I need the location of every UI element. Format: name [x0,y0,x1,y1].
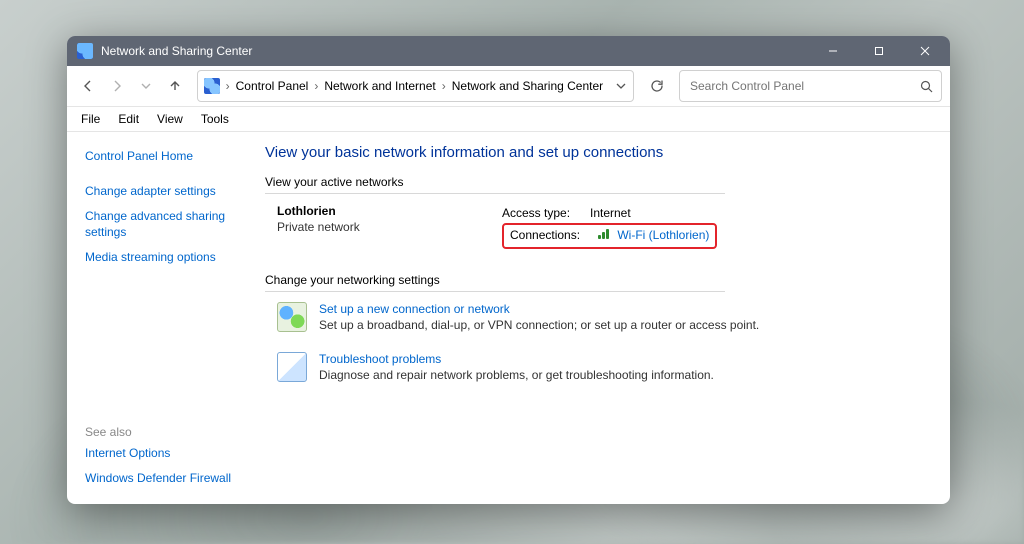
search-box[interactable] [679,70,942,102]
network-type: Private network [277,220,502,234]
sidebar-see-also-label: See also [85,405,245,439]
chevron-right-icon: › [226,79,230,93]
sidebar-defender-firewall[interactable]: Windows Defender Firewall [85,471,245,487]
main-content: View your basic network information and … [253,132,950,504]
sidebar-advanced-sharing[interactable]: Change advanced sharing settings [85,209,245,240]
minimize-button[interactable] [810,36,856,66]
titlebar[interactable]: Network and Sharing Center [67,36,950,66]
troubleshoot-desc: Diagnose and repair network problems, or… [319,368,714,382]
connections-callout: Connections: Wi-Fi (Lothlorien) [502,223,717,249]
connections-label: Connections: [510,226,590,245]
search-icon [920,80,933,93]
control-panel-icon [204,78,220,94]
window-title: Network and Sharing Center [101,44,252,58]
active-network-row: Lothlorien Private network Access type: … [265,204,930,249]
forward-button[interactable] [104,72,131,100]
page-heading: View your basic network information and … [265,144,930,161]
setup-connection-icon [277,302,307,332]
setup-connection-desc: Set up a broadband, dial-up, or VPN conn… [319,318,759,332]
control-panel-window: Network and Sharing Center › Control Pan… [67,36,950,504]
up-button[interactable] [162,72,189,100]
troubleshoot-link[interactable]: Troubleshoot problems [319,352,441,366]
breadcrumb-mid[interactable]: Network and Internet [324,79,435,93]
menu-tools[interactable]: Tools [193,110,237,128]
menu-view[interactable]: View [149,110,191,128]
wifi-connection-link[interactable]: Wi-Fi (Lothlorien) [617,228,709,242]
change-settings-label: Change your networking settings [265,273,930,287]
chevron-right-icon: › [442,79,446,93]
network-center-icon [77,43,93,59]
breadcrumb-root[interactable]: Control Panel [236,79,309,93]
task-setup-connection: Set up a new connection or network Set u… [265,302,930,332]
network-name: Lothlorien [277,204,336,218]
access-type-value: Internet [590,204,631,223]
maximize-button[interactable] [856,36,902,66]
access-type-label: Access type: [502,204,582,223]
breadcrumb-leaf[interactable]: Network and Sharing Center [452,79,603,93]
sidebar: Control Panel Home Change adapter settin… [67,132,253,504]
divider [265,193,725,194]
active-networks-label: View your active networks [265,175,930,189]
chevron-down-icon[interactable] [615,80,627,92]
divider [265,291,725,292]
wifi-signal-icon [598,229,612,239]
menu-edit[interactable]: Edit [110,110,147,128]
sidebar-internet-options[interactable]: Internet Options [85,446,245,462]
chevron-right-icon: › [314,79,318,93]
menu-bar: File Edit View Tools [67,107,950,132]
address-bar[interactable]: › Control Panel › Network and Internet ›… [197,70,635,102]
task-troubleshoot: Troubleshoot problems Diagnose and repai… [265,352,930,382]
nav-toolbar: › Control Panel › Network and Internet ›… [67,66,950,107]
sidebar-change-adapter[interactable]: Change adapter settings [85,184,245,200]
sidebar-control-panel-home[interactable]: Control Panel Home [85,149,245,165]
troubleshoot-icon [277,352,307,382]
back-button[interactable] [75,72,102,100]
sidebar-media-streaming[interactable]: Media streaming options [85,250,245,266]
refresh-button[interactable] [642,71,671,101]
recent-dropdown-icon[interactable] [133,72,160,100]
setup-connection-link[interactable]: Set up a new connection or network [319,302,510,316]
close-button[interactable] [902,36,948,66]
menu-file[interactable]: File [73,110,108,128]
search-input[interactable] [688,78,920,94]
